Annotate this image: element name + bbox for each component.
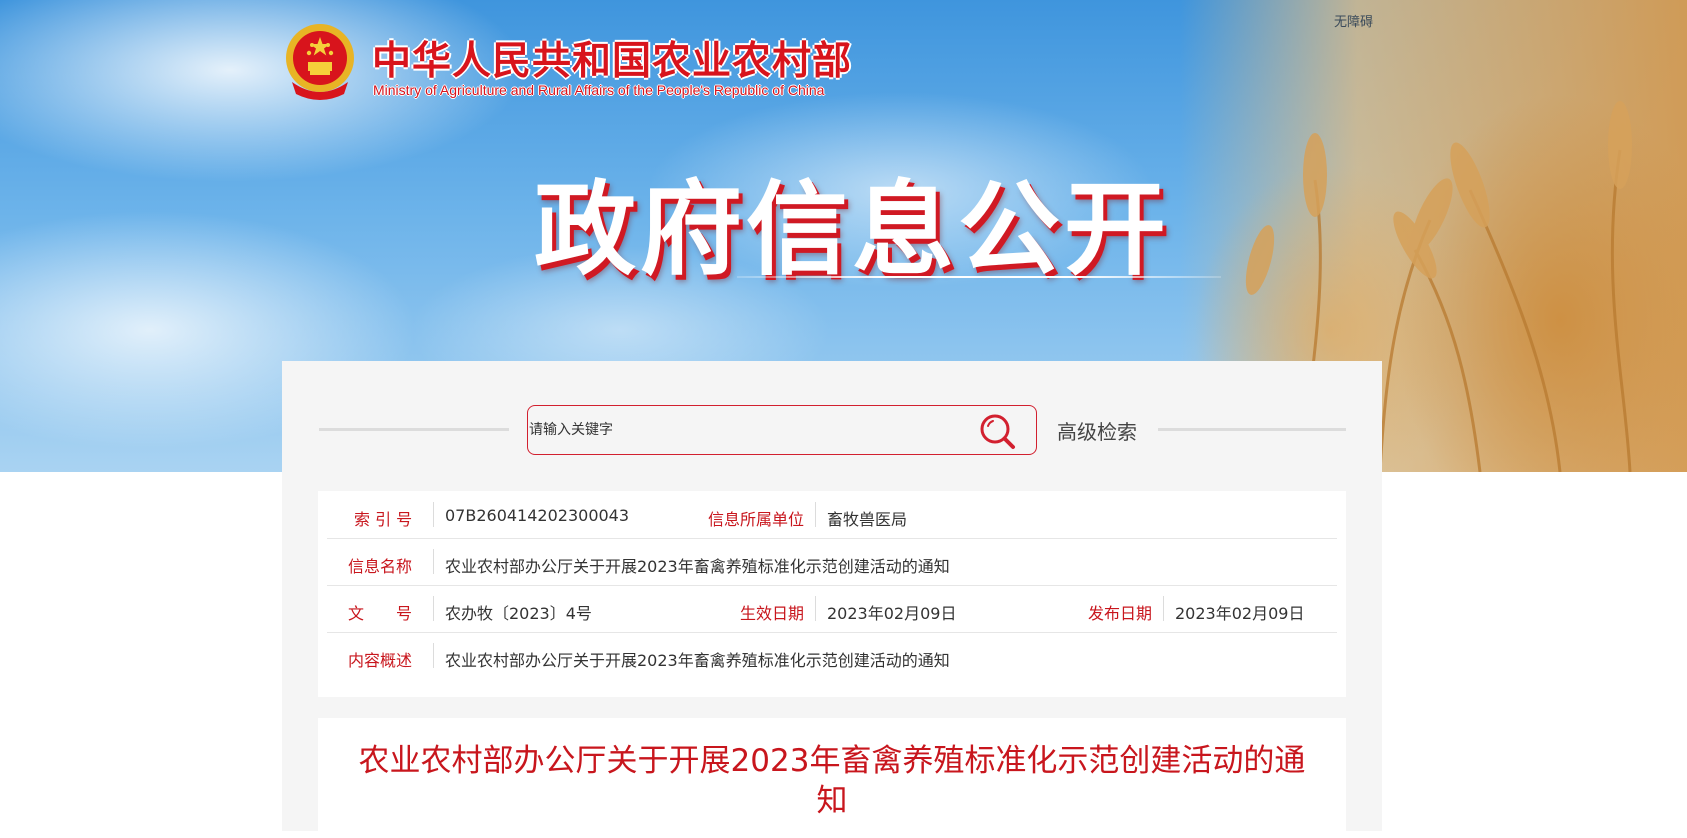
summary-value: 农业农村部办公厅关于开展2023年畜禽养殖标准化示范创建活动的通知 bbox=[445, 651, 950, 670]
accessibility-link[interactable]: 无障碍 bbox=[1334, 11, 1373, 30]
search-input[interactable] bbox=[529, 414, 949, 446]
ministry-name-en: Ministry of Agriculture and Rural Affair… bbox=[373, 82, 825, 98]
national-emblem-logo bbox=[284, 22, 356, 102]
info-row-name: 信息名称 农业农村部办公厅关于开展2023年畜禽养殖标准化示范创建活动的通知 bbox=[327, 538, 1337, 586]
article-title: 农业农村部办公厅关于开展2023年畜禽养殖标准化示范创建活动的通知 bbox=[358, 743, 1306, 819]
summary-label: 内容概述 bbox=[348, 651, 413, 670]
separator bbox=[815, 596, 816, 621]
info-name-value: 农业农村部办公厅关于开展2023年畜禽养殖标准化示范创建活动的通知 bbox=[445, 557, 950, 576]
hero-divider bbox=[737, 276, 1221, 278]
advanced-search-link[interactable]: 高级检索 bbox=[1057, 416, 1137, 445]
info-row-index: 索 引 号 07B260414202300043 信息所属单位 畜牧兽医局 bbox=[327, 491, 1337, 539]
index-no-value: 07B260414202300043 bbox=[445, 506, 630, 525]
content-panel: 高级检索 索 引 号 07B260414202300043 信息所属单位 畜牧兽… bbox=[282, 361, 1382, 838]
article-container: 农业农村部办公厅关于开展2023年畜禽养殖标准化示范创建活动的通知 bbox=[318, 718, 1346, 838]
info-row-docno: 文 号 农办牧〔2023〕4号 生效日期 2023年02月09日 发布日期 20… bbox=[327, 585, 1337, 633]
publish-date-value: 2023年02月09日 bbox=[1175, 604, 1305, 623]
info-row-summary: 内容概述 农业农村部办公厅关于开展2023年畜禽养殖标准化示范创建活动的通知 bbox=[327, 632, 1337, 679]
search-button[interactable] bbox=[979, 413, 1017, 451]
info-name-label: 信息名称 bbox=[348, 557, 413, 576]
doc-no-value: 农办牧〔2023〕4号 bbox=[445, 604, 592, 623]
effective-date-value: 2023年02月09日 bbox=[827, 604, 957, 623]
search-box bbox=[527, 405, 1037, 455]
separator bbox=[1163, 596, 1164, 621]
separator bbox=[815, 502, 816, 527]
hero-title: 政府信息公开 bbox=[534, 171, 1170, 290]
effective-date-label: 生效日期 bbox=[740, 604, 805, 623]
separator bbox=[433, 643, 434, 668]
search-bar: 高级检索 bbox=[282, 361, 1382, 471]
separator bbox=[433, 596, 434, 621]
unit-value: 畜牧兽医局 bbox=[827, 510, 908, 529]
ministry-name-cn: 中华人民共和国农业农村部 bbox=[372, 38, 853, 84]
separator bbox=[433, 502, 434, 527]
search-divider-left bbox=[319, 428, 509, 431]
doc-no-label: 文 号 bbox=[348, 604, 413, 623]
info-table: 索 引 号 07B260414202300043 信息所属单位 畜牧兽医局 信息… bbox=[318, 491, 1346, 697]
index-no-label: 索 引 号 bbox=[354, 510, 413, 529]
publish-date-label: 发布日期 bbox=[1088, 604, 1153, 623]
magnifier-icon bbox=[980, 414, 1015, 449]
search-divider-right bbox=[1158, 428, 1346, 431]
unit-label: 信息所属单位 bbox=[708, 510, 805, 529]
separator bbox=[433, 549, 434, 574]
